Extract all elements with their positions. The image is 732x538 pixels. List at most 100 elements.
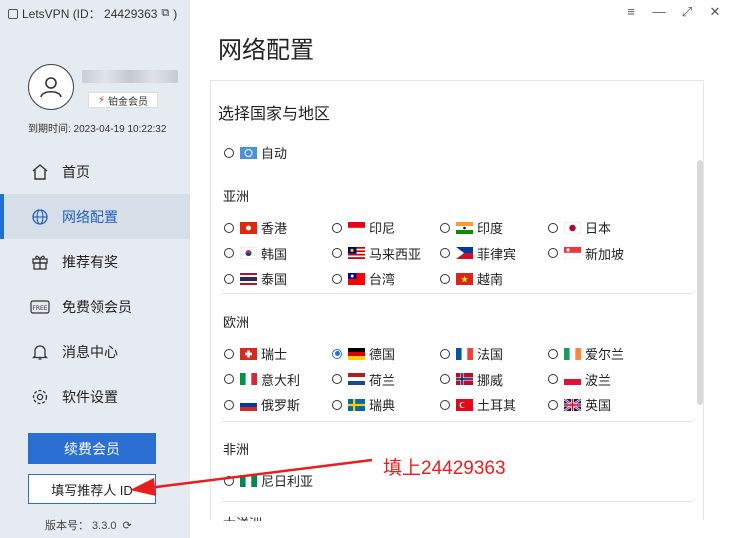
app-logo-icon xyxy=(8,8,18,19)
option-korea[interactable]: 韩国 xyxy=(224,244,287,263)
option-label: 尼日利亚 xyxy=(261,474,314,489)
option-taiwan[interactable]: 台湾 xyxy=(332,269,395,288)
radio[interactable] xyxy=(332,248,342,258)
option-label: 越南 xyxy=(477,272,504,287)
option-vietnam[interactable]: 越南 xyxy=(440,269,503,288)
radio[interactable] xyxy=(548,222,558,233)
refresh-icon[interactable]: ⟳ xyxy=(123,519,132,532)
option-label: 土耳其 xyxy=(477,398,517,413)
window-controls: ≡ — ⤢ ✕ xyxy=(624,4,722,20)
option-netherlands[interactable]: 荷兰 xyxy=(332,370,395,389)
radio[interactable] xyxy=(224,222,234,233)
app-title-text: LetsVPN (ID： 24429363 xyxy=(22,7,158,21)
radio[interactable] xyxy=(548,399,558,410)
option-italy[interactable]: 意大利 xyxy=(224,370,300,389)
menu-icon[interactable]: ≡ xyxy=(624,4,638,20)
username-redacted xyxy=(82,70,178,83)
italy-flag-icon xyxy=(240,373,257,385)
option-switzerland[interactable]: 瑞士 xyxy=(224,344,287,363)
globe-icon xyxy=(30,207,50,227)
sidebar-item-network[interactable]: 网络配置 xyxy=(0,194,190,239)
option-sweden[interactable]: 瑞典 xyxy=(332,395,395,414)
copy-icon[interactable]: ⧉ xyxy=(161,7,169,20)
radio[interactable] xyxy=(440,399,450,410)
annotation-text: 填上24429363 xyxy=(383,458,506,479)
norway-flag-icon xyxy=(456,373,473,385)
radio[interactable] xyxy=(440,222,450,233)
option-nigeria[interactable]: 尼日利亚 xyxy=(224,471,313,490)
radio[interactable] xyxy=(224,273,234,284)
sidebar-item-free-member[interactable]: FREE 免费领会员 xyxy=(0,284,190,329)
option-poland[interactable]: 波兰 xyxy=(548,370,611,389)
avatar[interactable] xyxy=(28,64,74,110)
option-label: 爱尔兰 xyxy=(585,347,625,362)
option-norway[interactable]: 挪威 xyxy=(440,370,503,389)
radio[interactable] xyxy=(440,374,450,384)
bolt-icon: ⚡ xyxy=(97,94,106,106)
sidebar-item-settings[interactable]: 软件设置 xyxy=(0,374,190,419)
vietnam-flag-icon xyxy=(456,272,473,285)
app-title-tail: ) xyxy=(173,6,178,21)
option-philippines[interactable]: 菲律宾 xyxy=(440,244,516,263)
radio[interactable] xyxy=(224,399,234,410)
radio[interactable] xyxy=(440,248,450,258)
option-germany[interactable]: 德国 xyxy=(332,344,395,363)
sidebar-item-home[interactable]: 首页 xyxy=(0,149,190,194)
radio[interactable] xyxy=(548,374,558,384)
referrer-id-button[interactable]: 填写推荐人 ID xyxy=(28,474,156,504)
radio[interactable] xyxy=(224,475,234,486)
option-label: 新加坡 xyxy=(585,246,625,262)
option-uk[interactable]: 英国 xyxy=(548,395,611,414)
option-turkey[interactable]: 土耳其 xyxy=(440,395,516,414)
option-label: 意大利 xyxy=(261,372,301,388)
sweden-flag-icon xyxy=(348,398,365,411)
option-label: 泰国 xyxy=(261,272,288,287)
radio[interactable] xyxy=(332,273,342,284)
option-japan[interactable]: 日本 xyxy=(548,218,611,237)
option-label: 德国 xyxy=(369,347,396,362)
option-thailand[interactable]: 泰国 xyxy=(224,269,287,288)
option-label: 日本 xyxy=(585,221,612,236)
radio[interactable] xyxy=(224,348,234,359)
option-india[interactable]: 印度 xyxy=(440,218,503,237)
uk-flag-icon xyxy=(564,398,581,411)
radio[interactable] xyxy=(332,348,342,359)
renew-button[interactable]: 续费会员 xyxy=(28,433,156,464)
option-russia[interactable]: 俄罗斯 xyxy=(224,395,300,414)
member-badge: ⚡ 铂金会员 xyxy=(88,92,158,108)
radio[interactable] xyxy=(440,348,450,359)
option-label: 瑞士 xyxy=(261,347,288,362)
radio[interactable] xyxy=(224,248,234,258)
option-malaysia[interactable]: 马来西亚 xyxy=(332,244,421,263)
radio[interactable] xyxy=(332,222,342,233)
home-icon xyxy=(30,162,50,182)
scrollbar[interactable] xyxy=(697,160,703,405)
maximize-button[interactable]: ⤢ xyxy=(680,4,694,20)
radio[interactable] xyxy=(332,399,342,410)
sidebar-item-referral[interactable]: 推荐有奖 xyxy=(0,239,190,284)
japan-flag-icon xyxy=(564,221,581,234)
radio[interactable] xyxy=(332,374,342,384)
radio[interactable] xyxy=(224,374,234,384)
option-indonesia[interactable]: 印尼 xyxy=(332,218,395,237)
thailand-flag-icon xyxy=(240,272,257,285)
sidebar-item-messages[interactable]: 消息中心 xyxy=(0,329,190,374)
radio[interactable] xyxy=(440,273,450,284)
minimize-button[interactable]: — xyxy=(652,4,666,20)
radio[interactable] xyxy=(548,348,558,359)
option-auto[interactable]: 自动 xyxy=(224,143,287,162)
gift-icon xyxy=(30,252,50,272)
option-ireland[interactable]: 爱尔兰 xyxy=(548,344,624,363)
close-button[interactable]: ✕ xyxy=(708,4,722,20)
option-label: 韩国 xyxy=(261,246,288,262)
option-hong-kong[interactable]: 香港 xyxy=(224,218,287,237)
radio[interactable] xyxy=(224,147,234,158)
sidebar-item-label: 首页 xyxy=(62,163,90,180)
option-france[interactable]: 法国 xyxy=(440,344,503,363)
sidebar-item-label: 网络配置 xyxy=(62,208,118,225)
nigeria-flag-icon xyxy=(240,474,257,487)
radio[interactable] xyxy=(548,248,558,258)
un-flag-icon xyxy=(240,146,257,159)
option-singapore[interactable]: 新加坡 xyxy=(548,244,624,263)
india-flag-icon xyxy=(456,221,473,234)
